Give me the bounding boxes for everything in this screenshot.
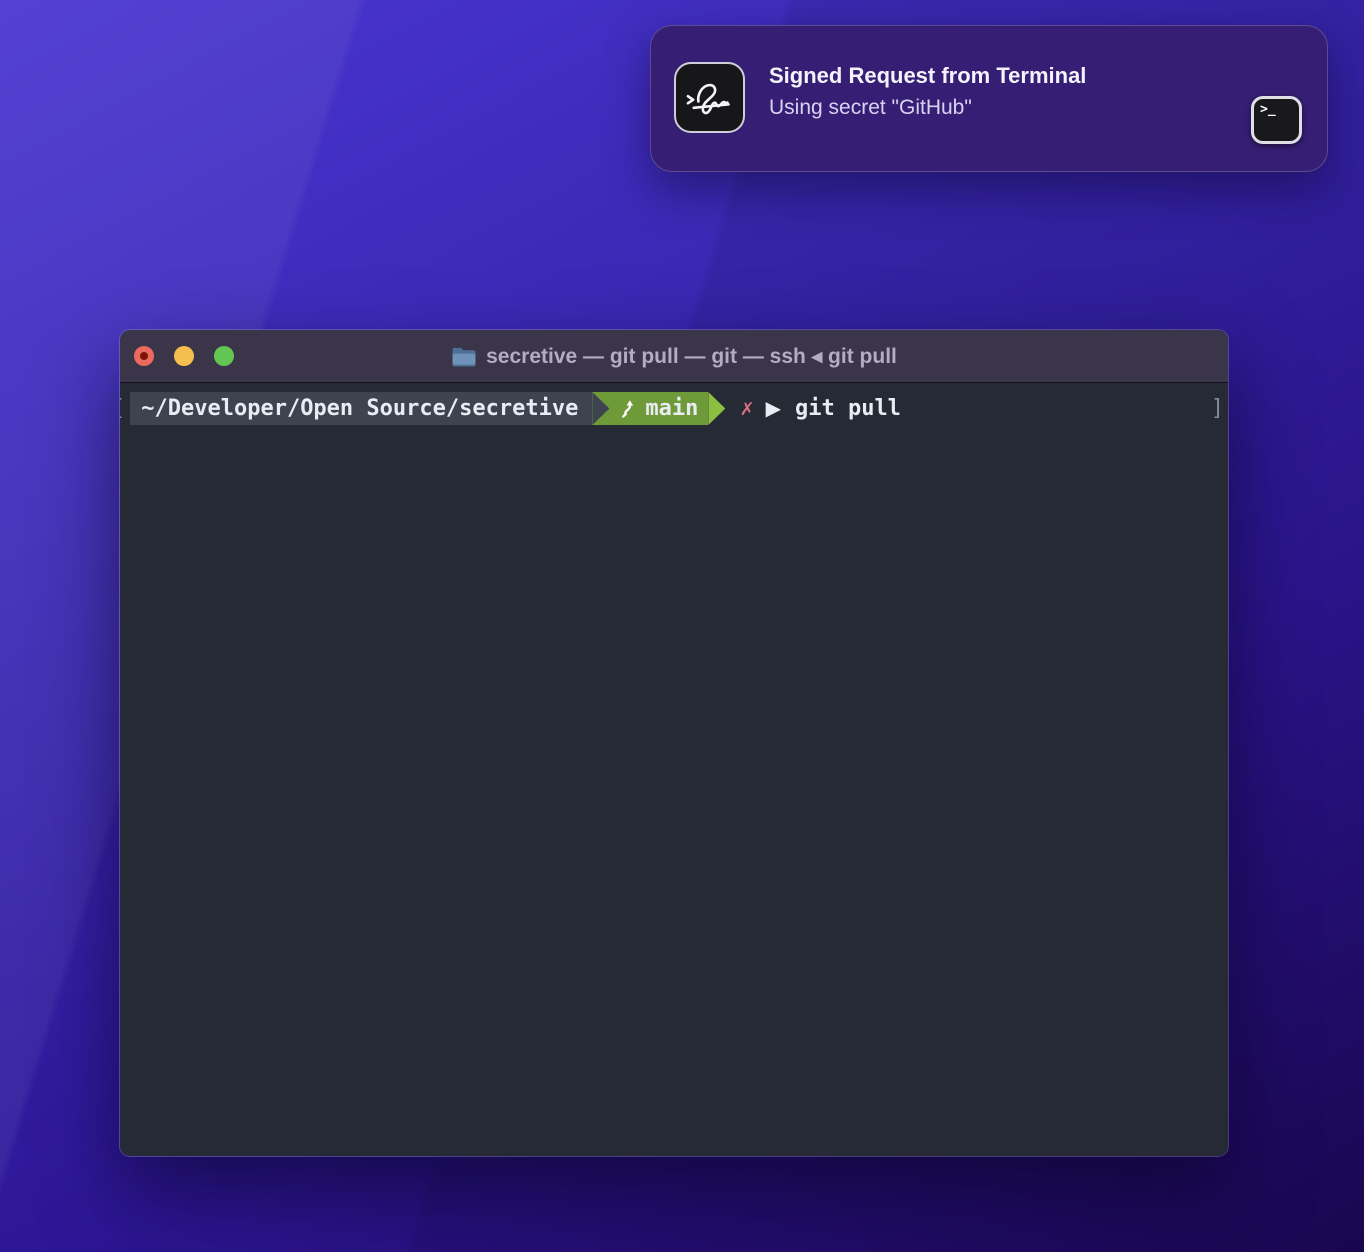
prompt-symbol-icon: ▶ — [766, 392, 781, 425]
unsaved-dot-icon — [140, 352, 148, 360]
minimize-button[interactable] — [174, 346, 194, 366]
notification-text: Signed Request from Terminal Using secre… — [769, 60, 1237, 124]
prompt-path-segment: ~/Developer/Open Source/secretive — [130, 392, 592, 425]
prompt-right-bracket: ] — [1211, 392, 1224, 425]
git-branch-icon — [618, 398, 637, 419]
zoom-button[interactable] — [214, 346, 234, 366]
notification-banner[interactable]: Signed Request from Terminal Using secre… — [650, 25, 1328, 172]
window-title: secretive — git pull — git — ssh ◂ git p… — [120, 344, 1228, 369]
git-branch-name: main — [645, 392, 698, 425]
terminal-window: secretive — git pull — git — ssh ◂ git p… — [119, 329, 1229, 1157]
folder-icon — [451, 346, 477, 367]
traffic-lights — [134, 346, 234, 366]
desktop-background: Signed Request from Terminal Using secre… — [0, 0, 1364, 1252]
window-titlebar[interactable]: secretive — git pull — git — ssh ◂ git p… — [120, 330, 1228, 383]
cwd-path-text: ~/Developer/Open Source/secretive — [141, 392, 578, 425]
command-text: git pull — [795, 392, 901, 425]
powerline-separator-icon — [708, 392, 725, 425]
prompt-line: [ ~/Developer/Open Source/secretive main… — [120, 392, 1228, 425]
terminal-content[interactable]: [ ~/Developer/Open Source/secretive main… — [120, 383, 1228, 1156]
prompt-left-bracket: [ — [119, 392, 125, 425]
notification-subtitle: Using secret "GitHub" — [769, 92, 1237, 124]
secretive-app-icon — [674, 62, 745, 133]
powerline-separator-icon — [592, 392, 609, 425]
prompt-branch-segment: main — [609, 392, 708, 425]
terminal-prompt-glyph: >_ — [1260, 102, 1276, 117]
git-dirty-indicator: ✗ — [740, 392, 753, 425]
terminal-app-icon: >_ — [1251, 96, 1302, 144]
window-title-text: secretive — git pull — git — ssh ◂ git p… — [486, 344, 897, 369]
close-button[interactable] — [134, 346, 154, 366]
signature-icon — [681, 69, 739, 127]
notification-title: Signed Request from Terminal — [769, 60, 1237, 92]
